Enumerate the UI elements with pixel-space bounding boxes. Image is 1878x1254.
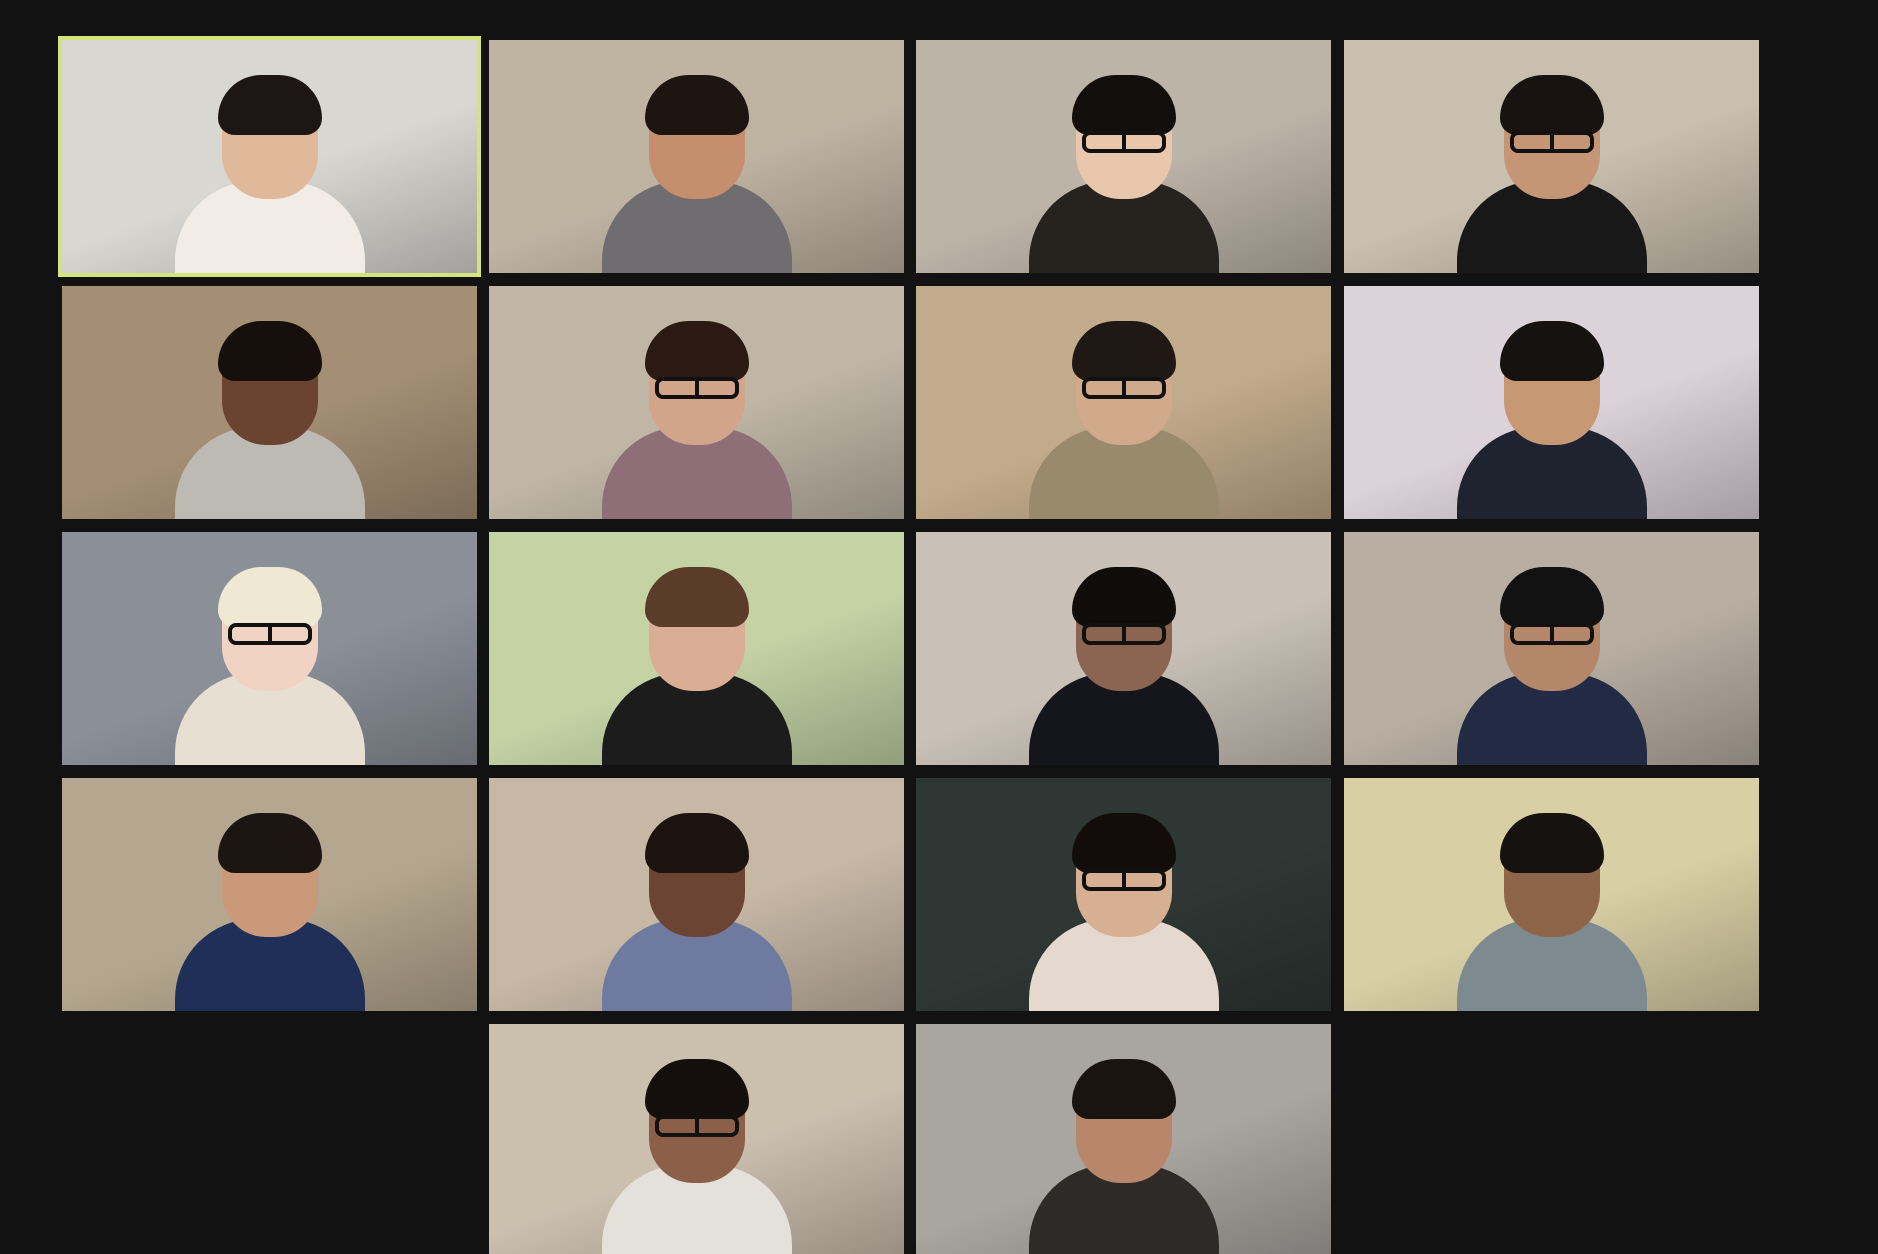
participant-video-tile[interactable] <box>916 1024 1331 1254</box>
participant-video-tile[interactable] <box>62 532 477 765</box>
participant-figure <box>1456 565 1647 765</box>
participant-video-tile[interactable] <box>916 286 1331 519</box>
participant-hair <box>217 567 322 627</box>
participant-hair <box>1499 813 1604 873</box>
participant-face <box>1071 1059 1176 1183</box>
video-gallery <box>0 0 1878 1254</box>
participant-face <box>1499 75 1604 199</box>
participant-figure <box>1456 73 1647 273</box>
participant-hair <box>1499 75 1604 135</box>
participant-face <box>1499 321 1604 445</box>
participant-figure <box>601 319 792 519</box>
participant-hair <box>1071 567 1176 627</box>
participant-face <box>217 567 322 691</box>
participant-video-tile[interactable] <box>489 1024 904 1254</box>
participant-figure <box>601 811 792 1011</box>
participant-face <box>217 813 322 937</box>
participant-video-tile[interactable] <box>916 778 1331 1011</box>
glasses-icon <box>227 623 312 645</box>
participant-face <box>644 567 749 691</box>
participant-figure <box>174 811 365 1011</box>
participant-video-tile[interactable] <box>62 778 477 1011</box>
participant-face <box>1499 813 1604 937</box>
participant-face <box>644 75 749 199</box>
participant-hair <box>1071 813 1176 873</box>
participant-face <box>644 321 749 445</box>
participant-figure <box>174 565 365 765</box>
participant-figure <box>601 565 792 765</box>
participant-face <box>1071 75 1176 199</box>
participant-figure <box>1028 73 1219 273</box>
glasses-icon <box>1509 623 1594 645</box>
participant-hair <box>217 813 322 873</box>
participant-video-tile[interactable] <box>489 778 904 1011</box>
participant-figure <box>1456 319 1647 519</box>
participant-figure <box>601 1057 792 1254</box>
participant-face <box>217 75 322 199</box>
participant-hair <box>1071 1059 1176 1119</box>
participant-video-tile[interactable] <box>489 532 904 765</box>
participant-hair <box>644 813 749 873</box>
participant-hair <box>1071 75 1176 135</box>
participant-video-tile[interactable] <box>62 286 477 519</box>
participant-figure <box>1028 319 1219 519</box>
participant-video-tile[interactable] <box>489 286 904 519</box>
participant-video-tile[interactable] <box>489 40 904 273</box>
participant-figure <box>1028 1057 1219 1254</box>
participant-figure <box>601 73 792 273</box>
participant-figure <box>174 73 365 273</box>
glasses-icon <box>1081 131 1166 153</box>
participant-video-tile[interactable] <box>1344 532 1759 765</box>
participant-video-tile[interactable] <box>1344 40 1759 273</box>
participant-face <box>1071 813 1176 937</box>
participant-video-tile[interactable] <box>58 36 481 277</box>
participant-video-tile[interactable] <box>1344 286 1759 519</box>
participant-face <box>217 321 322 445</box>
participant-hair <box>217 75 322 135</box>
participant-figure <box>174 319 365 519</box>
participant-hair <box>217 321 322 381</box>
participant-hair <box>1071 321 1176 381</box>
participant-hair <box>644 75 749 135</box>
participant-face <box>1071 567 1176 691</box>
participant-hair <box>1499 567 1604 627</box>
glasses-icon <box>1081 869 1166 891</box>
glasses-icon <box>654 377 739 399</box>
participant-hair <box>644 321 749 381</box>
participant-hair <box>644 567 749 627</box>
participant-figure <box>1028 565 1219 765</box>
participant-face <box>1071 321 1176 445</box>
participant-figure <box>1456 811 1647 1011</box>
participant-video-tile[interactable] <box>1344 778 1759 1011</box>
participant-face <box>644 813 749 937</box>
participant-face <box>644 1059 749 1183</box>
glasses-icon <box>654 1115 739 1137</box>
participant-face <box>1499 567 1604 691</box>
glasses-icon <box>1081 623 1166 645</box>
participant-hair <box>1499 321 1604 381</box>
participant-video-tile[interactable] <box>916 532 1331 765</box>
glasses-icon <box>1081 377 1166 399</box>
participant-video-tile[interactable] <box>916 40 1331 273</box>
participant-hair <box>644 1059 749 1119</box>
glasses-icon <box>1509 131 1594 153</box>
participant-figure <box>1028 811 1219 1011</box>
